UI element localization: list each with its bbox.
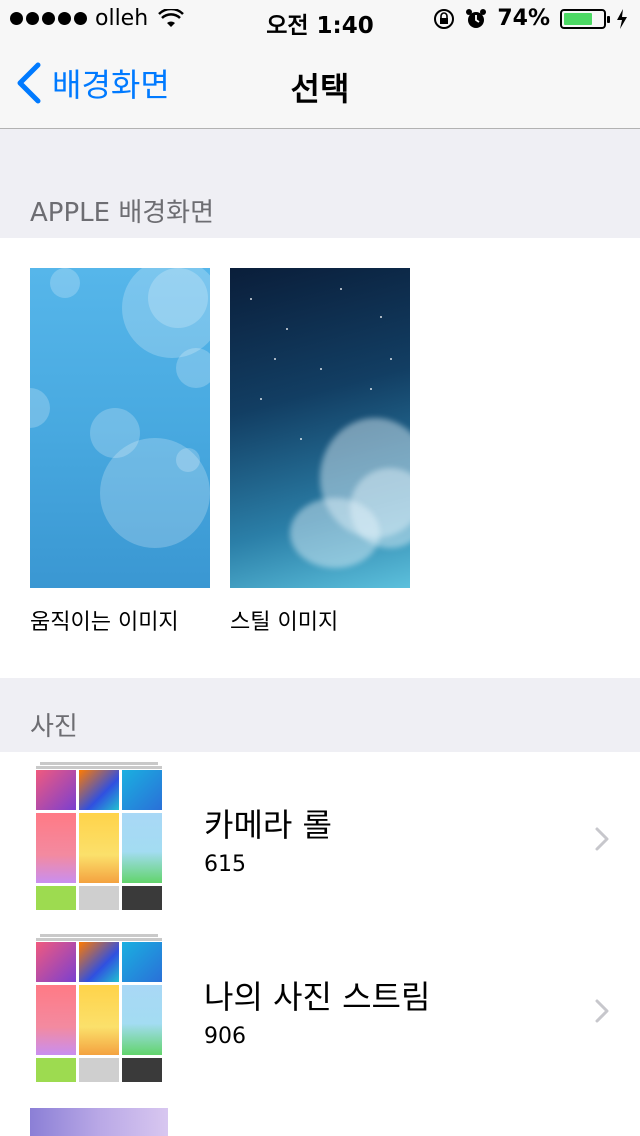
battery-fill [564, 12, 592, 25]
rotation-lock-icon [434, 8, 455, 29]
alarm-icon [466, 8, 487, 28]
album-row-my-photo-stream[interactable]: 나의 사진 스트림 906 [0, 924, 640, 1096]
album-thumbnail-partial[interactable] [30, 1108, 168, 1136]
dynamic-wallpaper-thumbnail[interactable] [30, 268, 210, 588]
still-wallpaper-thumbnail[interactable] [230, 268, 410, 588]
dynamic-wallpaper-label: 움직이는 이미지 [30, 610, 179, 635]
page-title: 선택 [290, 70, 350, 108]
still-wallpaper-label: 스틸 이미지 [230, 610, 339, 635]
battery-icon [560, 8, 610, 29]
album-title: 카메라 롤 [204, 806, 332, 844]
section-header-apple: APPLE 배경화면 [30, 198, 215, 228]
battery-percent: 74% [497, 6, 550, 31]
section-header-photos: 사진 [30, 712, 78, 742]
chevron-right-icon [595, 999, 609, 1023]
album-thumbnail [30, 934, 168, 1082]
album-thumbnail [30, 762, 168, 910]
charging-icon [617, 8, 627, 29]
apple-wallpapers-panel: 움직이는 이미지 스틸 이미지 [0, 238, 640, 678]
photos-panel: 카메라 롤 615 나의 사진 스트림 906 [0, 752, 640, 1136]
navigation-bar: 배경화면 선택 [0, 40, 640, 129]
album-title: 나의 사진 스트림 [204, 978, 431, 1016]
album-count: 906 [204, 1024, 246, 1049]
album-row-camera-roll[interactable]: 카메라 롤 615 [0, 752, 640, 924]
album-count: 615 [204, 852, 246, 877]
chevron-right-icon [595, 827, 609, 851]
status-right: 74% [433, 6, 628, 31]
status-bar: olleh 오전 1:40 74% [0, 0, 640, 40]
